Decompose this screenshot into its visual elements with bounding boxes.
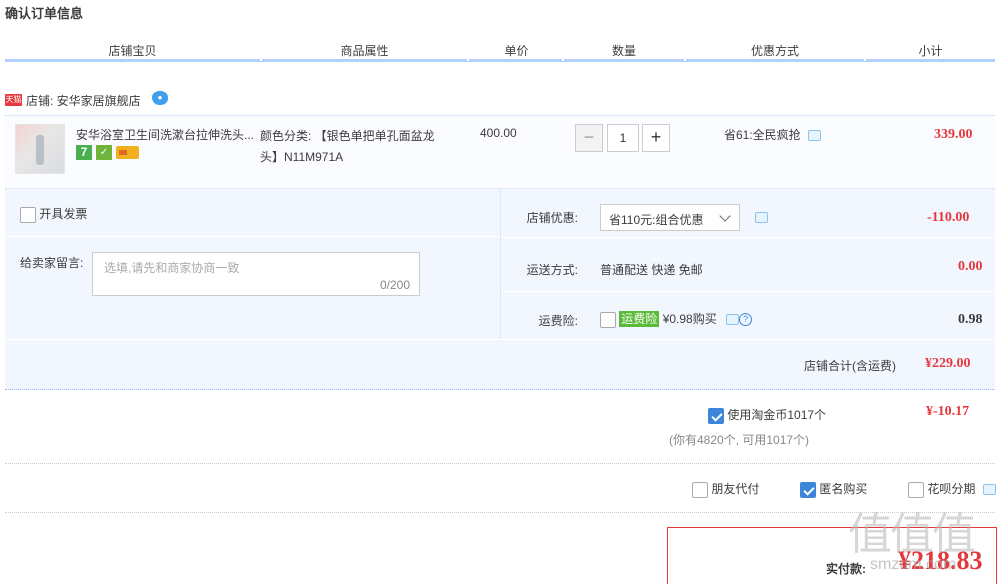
coin-label: 使用淘金币1017个 (727, 408, 827, 422)
huabei-installment-checkbox[interactable] (908, 481, 924, 498)
column-header-quantity: 数量 (611, 44, 636, 58)
insurance-label: 运费险: (538, 314, 578, 328)
coin-amount: ¥-10.17 (926, 404, 970, 419)
shipping-label: 运送方式: (526, 263, 578, 277)
store-discount-amount: -110.00 (927, 210, 970, 225)
shop-total-amount: ¥229.00 (925, 356, 971, 371)
seven-day-return-icon[interactable]: 7 (76, 145, 92, 160)
invoice-label: 开具发票 (39, 207, 88, 221)
coin-checkbox[interactable] (708, 407, 724, 424)
insurance-price: ¥0.98购买 (662, 312, 717, 326)
column-header-subtotal: 小计 (918, 44, 943, 58)
chevron-down-icon (719, 210, 731, 222)
invoice-checkbox[interactable] (20, 206, 36, 223)
watermark-url: smzdm.com (870, 556, 957, 573)
quantity-input[interactable]: 1 (607, 124, 639, 152)
decrease-quantity-button[interactable]: − (575, 124, 603, 152)
shop-name-link[interactable]: 店铺: 安华家居旗舰店 (26, 92, 141, 109)
order-table-header: 店铺宝贝 商品属性 单价 数量 优惠方式 小计 (5, 38, 995, 62)
item-subtotal: 339.00 (934, 127, 973, 142)
unit-price: 400.00 (480, 126, 517, 140)
memo-placeholder: 选填,请先和商家协商一致 (104, 261, 240, 275)
tmall-logo-icon: 天猫 (5, 94, 22, 106)
column-header-unit-price: 单价 (504, 44, 529, 58)
discount-info-icon[interactable] (755, 212, 768, 224)
watermark-logo: 值值值 (848, 509, 976, 560)
insurance-tag: 运费险 (619, 311, 660, 327)
column-header-discount: 优惠方式 (750, 44, 799, 58)
promotion-info-icon[interactable] (808, 130, 822, 142)
shop-total-label: 店铺合计(含运费) (804, 359, 896, 373)
column-header-attributes: 商品属性 (340, 44, 389, 58)
shipping-amount: 0.00 (958, 259, 983, 274)
product-attributes: 颜色分类: 【银色单把单孔面盆龙 头】N11M971A (260, 129, 435, 164)
insurance-chat-icon[interactable] (726, 314, 740, 326)
insurance-amount: 0.98 (958, 312, 983, 327)
insurance-checkbox[interactable] (600, 311, 616, 328)
insurance-option[interactable]: 运费险 ¥0.98购买 ? (600, 310, 753, 328)
store-discount-label: 店铺优惠: (526, 211, 578, 225)
pay-label: 实付款: (826, 562, 866, 576)
friend-pay-checkbox[interactable] (692, 481, 708, 498)
anonymous-purchase-checkbox[interactable] (800, 481, 816, 498)
invoice-option[interactable]: 开具发票 (20, 205, 87, 223)
product-name-link[interactable]: 安华浴室卫生间洗漱台拉伸洗头... (76, 126, 256, 143)
product-thumbnail[interactable] (15, 124, 65, 174)
anonymous-purchase-option[interactable]: 匿名购买 (800, 480, 867, 498)
coin-row (5, 390, 995, 464)
memo-char-count: 0/200 (379, 278, 410, 292)
page-title: 确认订单信息 (5, 6, 84, 21)
seller-memo-input[interactable]: 选填,请先和商家协商一致 0/200 (92, 252, 420, 296)
coin-option[interactable]: 使用淘金币1017个 (708, 406, 826, 424)
memo-label: 给卖家留言: (20, 256, 84, 270)
credit-card-icon[interactable] (116, 146, 139, 159)
store-discount-select[interactable]: 省110元:组合优惠 (600, 204, 740, 231)
increase-quantity-button[interactable]: + (642, 124, 670, 152)
installment-info-icon[interactable] (982, 484, 996, 496)
help-icon[interactable]: ? (739, 313, 753, 327)
huabei-installment-option[interactable]: 花呗分期 (908, 480, 996, 498)
friend-pay-option[interactable]: 朋友代付 (692, 480, 759, 498)
wangwang-chat-icon[interactable]: ● (152, 91, 168, 105)
item-promotion: 省61:全民疯抢 (724, 126, 822, 143)
shipping-method: 普通配送 快递 免邮 (600, 263, 703, 277)
coin-note: (你有4820个, 可用1017个) (669, 433, 810, 447)
delivery-guarantee-icon[interactable]: ✓ (96, 145, 112, 160)
column-header-item: 店铺宝贝 (108, 44, 157, 58)
